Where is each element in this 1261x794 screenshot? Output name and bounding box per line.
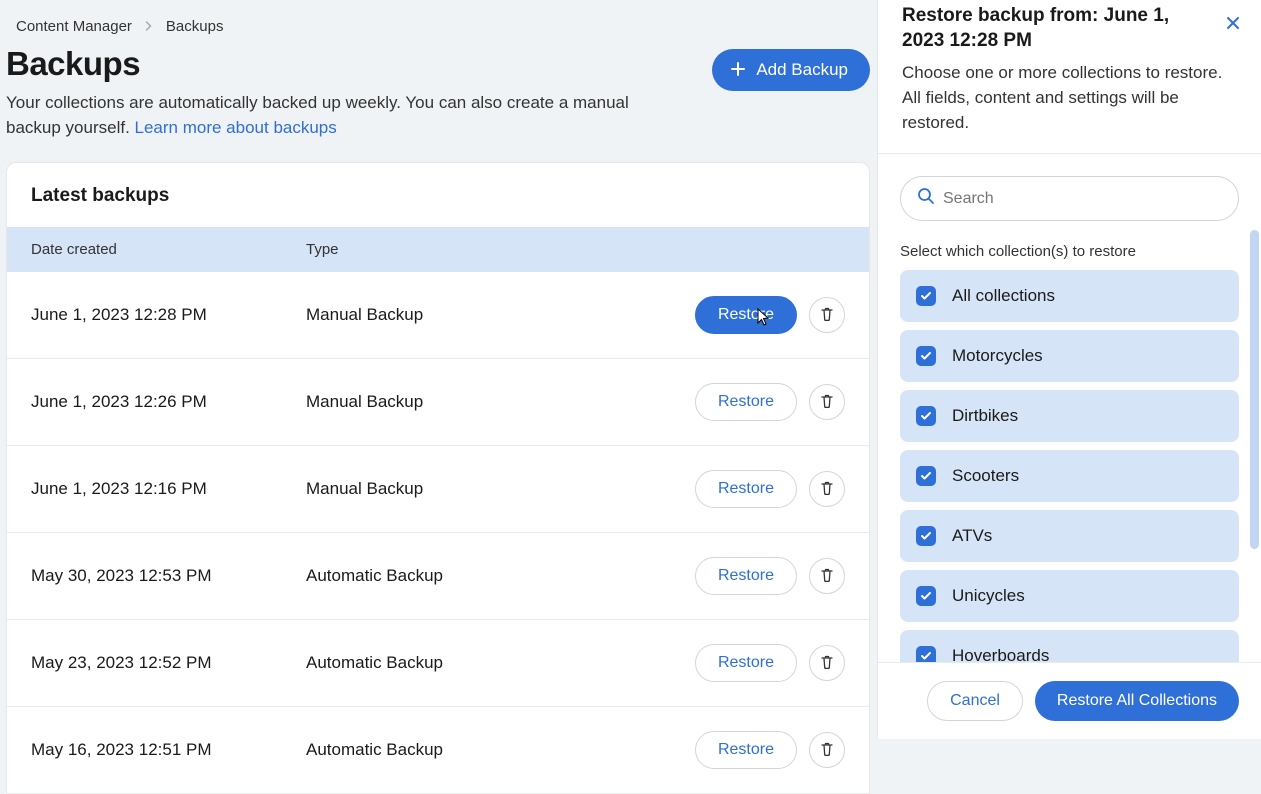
restore-side-panel: Restore backup from: June 1, 2023 12:28 … (877, 0, 1261, 739)
checkbox-checked-icon[interactable] (916, 526, 936, 546)
table-row: June 1, 2023 12:28 PMManual BackupRestor… (7, 272, 869, 359)
restore-button[interactable]: Restore (695, 383, 797, 421)
restore-button[interactable]: Restore (695, 644, 797, 682)
breadcrumb: Content Manager Backups (6, 18, 870, 35)
collection-label: Dirtbikes (952, 406, 1018, 426)
breadcrumb-parent[interactable]: Content Manager (16, 18, 132, 35)
plus-icon (730, 61, 746, 80)
collection-label: ATVs (952, 526, 992, 546)
row-type: Automatic Backup (306, 653, 695, 673)
search-icon (917, 187, 935, 210)
add-backup-label: Add Backup (756, 60, 848, 80)
collection-item[interactable]: ATVs (900, 510, 1239, 562)
row-date: June 1, 2023 12:26 PM (31, 392, 306, 412)
checkbox-checked-icon[interactable] (916, 646, 936, 662)
restore-button[interactable]: Restore (695, 557, 797, 595)
cancel-button[interactable]: Cancel (927, 681, 1023, 721)
search-input[interactable] (943, 190, 1222, 208)
restore-button[interactable]: Restore (695, 731, 797, 769)
breadcrumb-current: Backups (166, 18, 224, 35)
collection-item[interactable]: Hoverboards (900, 630, 1239, 662)
checkbox-checked-icon[interactable] (916, 346, 936, 366)
table-row: May 16, 2023 12:51 PMAutomatic BackupRes… (7, 707, 869, 794)
row-type: Manual Backup (306, 305, 695, 325)
checkbox-checked-icon[interactable] (916, 406, 936, 426)
collection-label: Unicycles (952, 586, 1025, 606)
panel-description: Choose one or more collections to restor… (902, 61, 1239, 135)
trash-icon (819, 306, 835, 325)
table-header: Date created Type (7, 227, 869, 272)
row-date: May 16, 2023 12:51 PM (31, 740, 306, 760)
delete-button[interactable] (809, 471, 845, 507)
col-header-type: Type (306, 241, 845, 258)
page-title: Backups (6, 45, 686, 83)
delete-button[interactable] (809, 732, 845, 768)
panel-title: Restore backup from: June 1, 2023 12:28 … (902, 4, 1239, 53)
add-backup-button[interactable]: Add Backup (712, 49, 870, 91)
collections-section-label: Select which collection(s) to restore (878, 221, 1261, 270)
collection-item[interactable]: Scooters (900, 450, 1239, 502)
collection-item[interactable]: Unicycles (900, 570, 1239, 622)
table-row: June 1, 2023 12:26 PMManual BackupRestor… (7, 359, 869, 446)
scrollbar-thumb[interactable] (1250, 230, 1259, 549)
trash-icon (819, 741, 835, 760)
restore-button[interactable]: Restore (695, 470, 797, 508)
card-title: Latest backups (7, 163, 869, 227)
collection-item[interactable]: Motorcycles (900, 330, 1239, 382)
collection-label: Hoverboards (952, 646, 1049, 662)
table-row: May 23, 2023 12:52 PMAutomatic BackupRes… (7, 620, 869, 707)
row-type: Manual Backup (306, 479, 695, 499)
table-row: June 1, 2023 12:16 PMManual BackupRestor… (7, 446, 869, 533)
delete-button[interactable] (809, 297, 845, 333)
close-icon (1225, 14, 1241, 36)
row-date: May 30, 2023 12:53 PM (31, 566, 306, 586)
collection-item[interactable]: All collections (900, 270, 1239, 322)
latest-backups-card: Latest backups Date created Type June 1,… (6, 162, 870, 794)
page-description: Your collections are automatically backe… (6, 91, 686, 140)
delete-button[interactable] (809, 645, 845, 681)
learn-more-link[interactable]: Learn more about backups (135, 118, 337, 137)
collection-label: Scooters (952, 466, 1019, 486)
trash-icon (819, 654, 835, 673)
checkbox-checked-icon[interactable] (916, 586, 936, 606)
collections-list: All collections Motorcycles Dirtbikes Scoot… (878, 270, 1261, 662)
trash-icon (819, 480, 835, 499)
delete-button[interactable] (809, 558, 845, 594)
row-date: June 1, 2023 12:16 PM (31, 479, 306, 499)
row-type: Automatic Backup (306, 566, 695, 586)
collection-label: Motorcycles (952, 346, 1043, 366)
checkbox-checked-icon[interactable] (916, 286, 936, 306)
search-box[interactable] (900, 176, 1239, 221)
row-type: Automatic Backup (306, 740, 695, 760)
collection-item[interactable]: Dirtbikes (900, 390, 1239, 442)
restore-button[interactable]: Restore (695, 296, 797, 334)
row-date: June 1, 2023 12:28 PM (31, 305, 306, 325)
col-header-date: Date created (31, 241, 306, 258)
close-panel-button[interactable] (1221, 10, 1245, 41)
chevron-right-icon (144, 18, 154, 35)
row-type: Manual Backup (306, 392, 695, 412)
collection-label: All collections (952, 286, 1055, 306)
delete-button[interactable] (809, 384, 845, 420)
row-date: May 23, 2023 12:52 PM (31, 653, 306, 673)
restore-all-button[interactable]: Restore All Collections (1035, 681, 1239, 721)
checkbox-checked-icon[interactable] (916, 466, 936, 486)
trash-icon (819, 393, 835, 412)
trash-icon (819, 567, 835, 586)
table-row: May 30, 2023 12:53 PMAutomatic BackupRes… (7, 533, 869, 620)
